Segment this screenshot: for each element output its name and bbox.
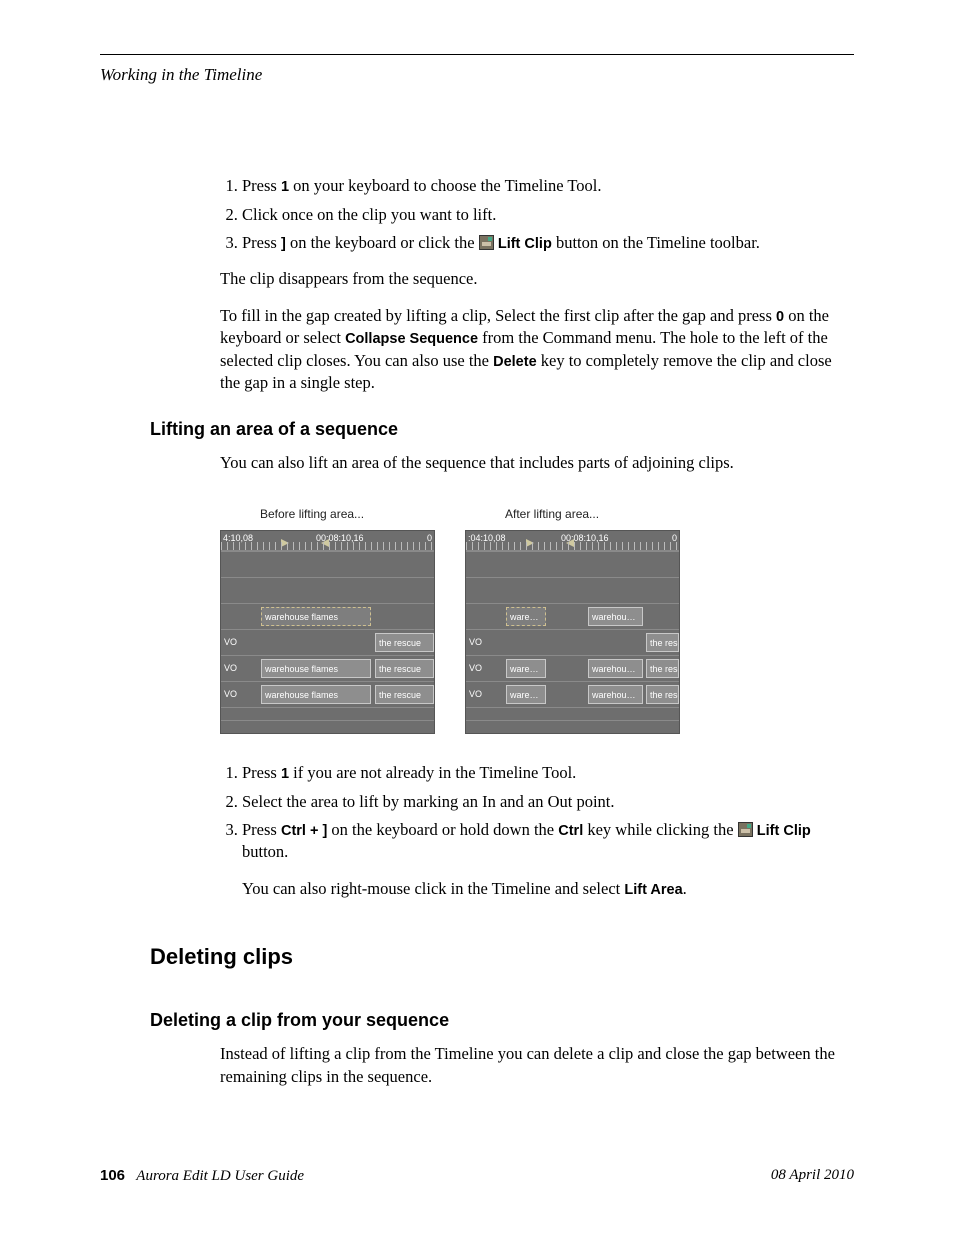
h1-deleting-clips: Deleting clips <box>150 944 854 970</box>
p-lift-intro: You can also lift an area of the sequenc… <box>220 452 854 474</box>
track-a1-a: VO the rescue <box>466 629 679 655</box>
lift-step-3d: button. <box>242 842 288 861</box>
lift-clip-label-2: Lift Clip <box>757 823 811 839</box>
key-0: 0 <box>776 309 784 325</box>
p-rc-a: You can also right-mouse click in the Ti… <box>242 879 624 898</box>
p-rightclick: You can also right-mouse click in the Ti… <box>242 878 854 901</box>
lift-key-ctrl-bracket: Ctrl + ] <box>281 823 327 839</box>
lift-clip-icon <box>479 235 494 250</box>
collapse-sequence: Collapse Sequence <box>345 331 478 347</box>
delete-key: Delete <box>493 354 537 370</box>
lift-step-1b: if you are not already in the Timeline T… <box>289 763 576 782</box>
figcap-before: Before lifting area... <box>220 506 435 522</box>
track-b2 <box>221 720 434 733</box>
lift-key-ctrl: Ctrl <box>558 823 583 839</box>
track-v-sel: warehouse flames <box>221 603 434 629</box>
track-v-sel-a: ware… warehou… <box>466 603 679 629</box>
clip-rescue-b2: the rescue <box>375 659 434 678</box>
clip-wh-b3: warehouse flames <box>261 685 371 704</box>
h2-deleting-clip: Deleting a clip from your sequence <box>150 1010 854 1031</box>
p-delete-intro: Instead of lifting a clip from the Timel… <box>220 1043 854 1088</box>
track-b1-a <box>466 707 679 720</box>
track-label-vo-a1: VO <box>466 630 488 655</box>
ruler-before: 4:10,08 00:08:10,16 0 <box>221 531 434 551</box>
clip-ware-a: ware… <box>506 607 546 626</box>
track-a3: VO warehouse flames the rescue <box>221 681 434 707</box>
track-v2-a <box>466 577 679 603</box>
lift-step-1a: Press <box>242 763 281 782</box>
step-1-b: on your keyboard to choose the Timeline … <box>289 176 601 195</box>
timeline-before: 4:10,08 00:08:10,16 0 warehouse flames <box>220 530 435 734</box>
clip-ware-a2: ware… <box>506 659 546 678</box>
p-rc-c: . <box>683 879 687 898</box>
track-a3-a: VO ware… warehou… the rescue <box>466 681 679 707</box>
header-rule <box>100 54 854 55</box>
track-label-vo-2: VO <box>221 656 243 681</box>
p-disappear: The clip disappears from the sequence. <box>220 268 854 290</box>
step-3-a: Press <box>242 233 281 252</box>
track-a2-a: VO ware… warehou… the rescue <box>466 655 679 681</box>
track-a1: VO the rescue <box>221 629 434 655</box>
lift-step-3b: on the keyboard or hold down the <box>327 820 558 839</box>
p-fill: To fill in the gap created by lifting a … <box>220 305 854 395</box>
timeline-after: :04:10,08 00:08:10,16 0 ware… warehou… <box>465 530 680 734</box>
running-head: Working in the Timeline <box>100 65 854 85</box>
clip-rescue-b1: the rescue <box>375 633 434 652</box>
step-1: Press 1 on your keyboard to choose the T… <box>242 175 854 198</box>
footer-date: 08 April 2010 <box>771 1167 854 1185</box>
clip-wh-b2: warehouse flames <box>261 659 371 678</box>
track-a2: VO warehouse flames the rescue <box>221 655 434 681</box>
lift-key-1: 1 <box>281 766 289 782</box>
clip-sel: warehouse flames <box>261 607 371 626</box>
step-1-a: Press <box>242 176 281 195</box>
lift-step-2: Select the area to lift by marking an In… <box>242 791 854 813</box>
lift-step-3: Press Ctrl + ] on the keyboard or hold d… <box>242 819 854 864</box>
figure-after: After lifting area... :04:10,08 00:08:10… <box>465 506 680 734</box>
clip-rescue-a3: the rescue <box>646 685 679 704</box>
step-3: Press ] on the keyboard or click the Lif… <box>242 232 854 255</box>
track-v2 <box>221 577 434 603</box>
lift-area-label: Lift Area <box>624 882 682 898</box>
guide-title: Aurora Edit LD User Guide <box>136 1168 304 1184</box>
lift-step-1: Press 1 if you are not already in the Ti… <box>242 762 854 785</box>
clip-warehou-a: warehou… <box>588 607 643 626</box>
clip-rescue-b3: the rescue <box>375 685 434 704</box>
clip-rescue-a2: the rescue <box>646 659 679 678</box>
clip-warehou-a2: warehou… <box>588 659 643 678</box>
figure-before-after: Before lifting area... 4:10,08 00:08:10,… <box>220 506 854 734</box>
page-number: 106 <box>100 1167 125 1184</box>
track-b2-a <box>466 720 679 733</box>
key-1: 1 <box>281 179 289 195</box>
h2-lifting-area: Lifting an area of a sequence <box>150 419 854 440</box>
lift-step-3c: key while clicking the <box>583 820 737 839</box>
track-v1-a <box>466 551 679 577</box>
lift-clip-label: Lift Clip <box>498 236 552 252</box>
body-first-list: Press 1 on your keyboard to choose the T… <box>220 175 854 395</box>
step-3-c: button on the Timeline toolbar. <box>552 233 760 252</box>
lift-clip-icon-2 <box>738 822 753 837</box>
footer: 106 Aurora Edit LD User Guide 08 April 2… <box>100 1167 854 1185</box>
track-b1 <box>221 707 434 720</box>
clip-rescue-a1: the rescue <box>646 633 679 652</box>
clip-warehou-a3: warehou… <box>588 685 643 704</box>
track-v1 <box>221 551 434 577</box>
figcap-after: After lifting area... <box>465 506 680 522</box>
step-3-b: on the keyboard or click the <box>286 233 479 252</box>
step-2: Click once on the clip you want to lift. <box>242 204 854 226</box>
clip-ware-a3: ware… <box>506 685 546 704</box>
ruler-after: :04:10,08 00:08:10,16 0 <box>466 531 679 551</box>
track-label-vo-a2: VO <box>466 656 488 681</box>
lift-step-3a: Press <box>242 820 281 839</box>
figure-before: Before lifting area... 4:10,08 00:08:10,… <box>220 506 435 734</box>
track-label-vo-3: VO <box>221 682 243 707</box>
p-fill-a: To fill in the gap created by lifting a … <box>220 306 776 325</box>
track-label-vo-a3: VO <box>466 682 488 707</box>
track-label-vo-1: VO <box>221 630 243 655</box>
